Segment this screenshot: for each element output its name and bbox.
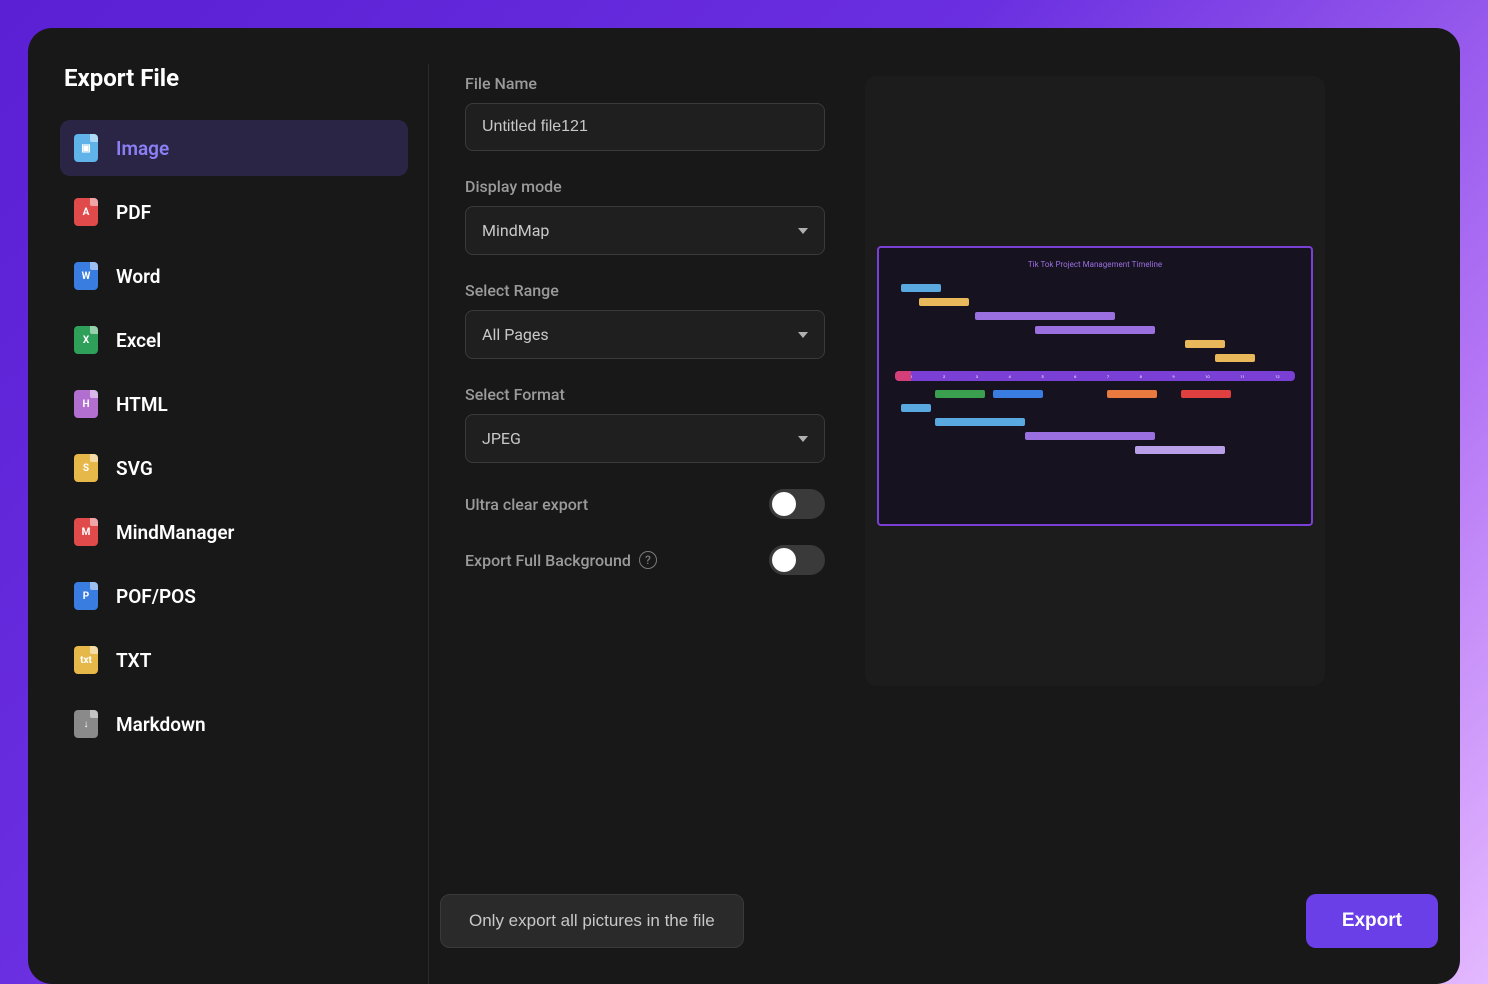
export-form: File Name Display mode MindMap Select Ra…	[465, 74, 825, 984]
filename-input[interactable]	[465, 103, 825, 151]
sidebar-item-label: Markdown	[116, 713, 206, 736]
chevron-down-icon	[798, 332, 808, 338]
toggle-knob	[772, 492, 796, 516]
sidebar-item-label: POF/POS	[116, 585, 196, 608]
sidebar-item-label: Word	[116, 265, 161, 288]
sidebar-item-label: PDF	[116, 201, 151, 224]
html-file-icon: H	[74, 390, 98, 418]
sidebar-item-mindmanager[interactable]: M MindManager	[60, 504, 408, 560]
footer-bar: Only export all pictures in the file Exp…	[440, 894, 1438, 948]
display-mode-label: Display mode	[465, 177, 825, 196]
select-format-label: Select Format	[465, 385, 825, 404]
dialog-title: Export File	[60, 64, 408, 92]
display-mode-select[interactable]: MindMap	[465, 206, 825, 255]
select-range-select[interactable]: All Pages	[465, 310, 825, 359]
display-mode-group: Display mode MindMap	[465, 177, 825, 255]
export-button[interactable]: Export	[1306, 894, 1438, 948]
mindmanager-file-icon: M	[74, 518, 98, 546]
image-file-icon: ▣	[74, 134, 98, 162]
sidebar-item-pdf[interactable]: A PDF	[60, 184, 408, 240]
format-list: ▣ Image A PDF W Word X Excel H HTML S	[60, 120, 408, 752]
sidebar-item-label: Excel	[116, 329, 161, 352]
sidebar-item-markdown[interactable]: ↓ Markdown	[60, 696, 408, 752]
preview-thumbnail: Tik Tok Project Management Timeline 1234…	[877, 246, 1313, 526]
word-file-icon: W	[74, 262, 98, 290]
full-bg-label: Export Full Background ?	[465, 551, 657, 570]
timeline-axis: 123456789101112	[895, 371, 1295, 381]
help-icon[interactable]: ?	[639, 551, 657, 569]
main-panel: File Name Display mode MindMap Select Ra…	[429, 64, 1460, 984]
preview-column: Tik Tok Project Management Timeline 1234…	[865, 74, 1436, 984]
excel-file-icon: X	[74, 326, 98, 354]
preview-panel: Tik Tok Project Management Timeline 1234…	[865, 76, 1325, 686]
svg-file-icon: S	[74, 454, 98, 482]
sidebar-item-pofpos[interactable]: P POF/POS	[60, 568, 408, 624]
sidebar-item-svg[interactable]: S SVG	[60, 440, 408, 496]
select-format-select[interactable]: JPEG	[465, 414, 825, 463]
sidebar-item-image[interactable]: ▣ Image	[60, 120, 408, 176]
select-format-group: Select Format JPEG	[465, 385, 825, 463]
export-pictures-button[interactable]: Only export all pictures in the file	[440, 894, 744, 948]
ultra-clear-row: Ultra clear export	[465, 489, 825, 519]
markdown-file-icon: ↓	[74, 710, 98, 738]
sidebar-item-label: TXT	[116, 649, 151, 672]
select-range-value: All Pages	[482, 325, 549, 344]
filename-label: File Name	[465, 74, 825, 93]
select-range-label: Select Range	[465, 281, 825, 300]
sidebar-item-label: MindManager	[116, 521, 234, 544]
chevron-down-icon	[798, 436, 808, 442]
toggle-knob	[772, 548, 796, 572]
pofpos-file-icon: P	[74, 582, 98, 610]
display-mode-value: MindMap	[482, 221, 549, 240]
sidebar-item-html[interactable]: H HTML	[60, 376, 408, 432]
select-range-group: Select Range All Pages	[465, 281, 825, 359]
ultra-clear-label: Ultra clear export	[465, 495, 588, 514]
full-bg-toggle[interactable]	[769, 545, 825, 575]
select-format-value: JPEG	[482, 429, 521, 448]
sidebar: Export File ▣ Image A PDF W Word X Excel…	[28, 64, 428, 984]
txt-file-icon: txt	[74, 646, 98, 674]
chevron-down-icon	[798, 228, 808, 234]
export-dialog: Export File ▣ Image A PDF W Word X Excel…	[28, 28, 1460, 984]
preview-title: Tik Tok Project Management Timeline	[895, 260, 1295, 269]
full-bg-row: Export Full Background ?	[465, 545, 825, 575]
sidebar-item-label: SVG	[116, 457, 153, 480]
sidebar-item-word[interactable]: W Word	[60, 248, 408, 304]
sidebar-item-txt[interactable]: txt TXT	[60, 632, 408, 688]
sidebar-item-label: Image	[116, 137, 169, 160]
pdf-file-icon: A	[74, 198, 98, 226]
ultra-clear-toggle[interactable]	[769, 489, 825, 519]
sidebar-item-excel[interactable]: X Excel	[60, 312, 408, 368]
filename-group: File Name	[465, 74, 825, 151]
sidebar-item-label: HTML	[116, 393, 168, 416]
